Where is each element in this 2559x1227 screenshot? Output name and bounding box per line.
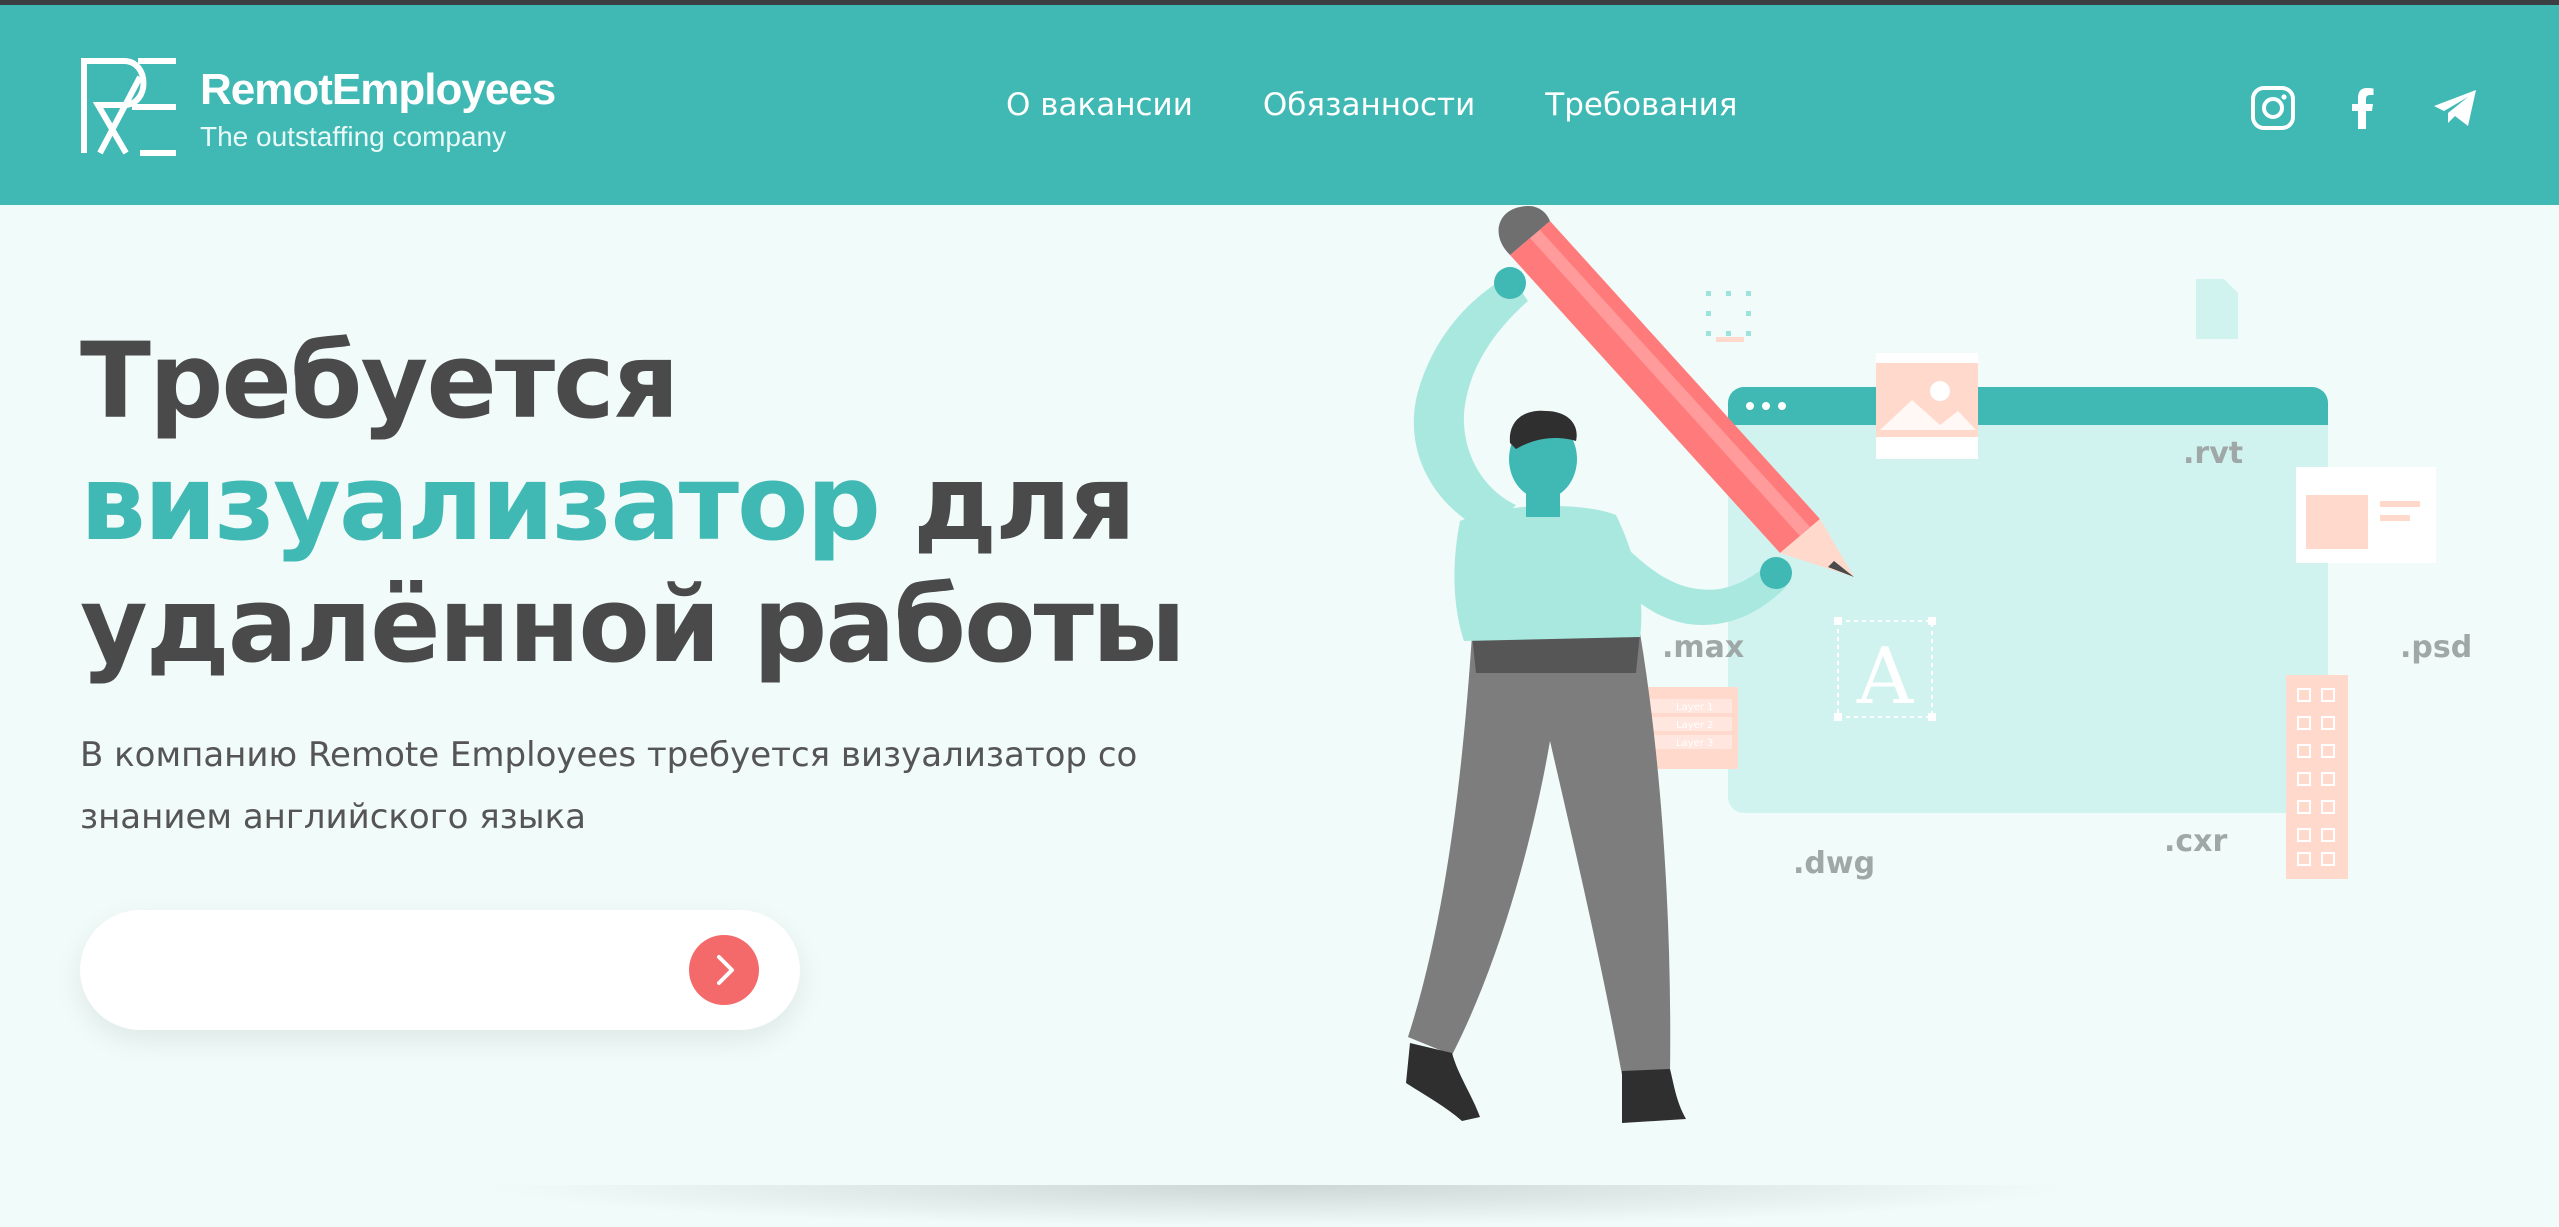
brand-name: RemotEmployees <box>200 65 556 114</box>
layer-1-label: Layer 1 <box>1676 702 1713 713</box>
layer-3-label: Layer 3 <box>1676 738 1713 749</box>
hero-title-rest: для <box>878 442 1136 564</box>
hero-title-line1: Требуется <box>80 320 680 442</box>
telegram-icon[interactable] <box>2430 83 2480 133</box>
nav-link-requirements[interactable]: Требования <box>1545 87 1737 133</box>
email-form <box>80 910 800 1030</box>
nav-link-duties[interactable]: Обязанности <box>1263 87 1475 133</box>
document-icon <box>2196 279 2238 339</box>
main-nav: О вакансии Обязанности Требования <box>1006 87 1737 133</box>
font-letter: A <box>1856 632 1915 722</box>
file-ext-max: .max <box>1662 630 1744 665</box>
instagram-icon[interactable] <box>2248 83 2298 133</box>
image-card-icon <box>1876 353 1978 459</box>
file-ext-rvt: .rvt <box>2183 436 2243 471</box>
layer-2-label: Layer 2 <box>1676 720 1713 731</box>
section-shadow <box>480 1185 2080 1227</box>
hero-illustration: Layer 1 Layer 2 Layer 3 A .rvt .max .psd… <box>1406 205 2472 1123</box>
file-ext-cxr: .cxr <box>2164 824 2228 859</box>
hero-subtitle: В компанию Remote Employees требуется ви… <box>80 735 1138 837</box>
hero-title-accent: визуализатор <box>80 442 881 564</box>
email-input[interactable] <box>124 940 688 1002</box>
logo-mark-icon <box>81 58 176 156</box>
site-header: RemotEmployees The outstaffing company О… <box>0 5 2559 205</box>
facebook-icon[interactable] <box>2338 83 2388 133</box>
chevron-right-icon <box>717 955 734 985</box>
brand-logo[interactable]: RemotEmployees The outstaffing company <box>80 53 556 165</box>
file-ext-dwg: .dwg <box>1793 846 1875 881</box>
tools-panel-icon <box>2286 675 2348 879</box>
image-card-icon <box>2296 467 2436 563</box>
submit-button[interactable] <box>689 935 759 1005</box>
nav-link-about[interactable]: О вакансии <box>1006 87 1193 133</box>
hero-title: Требуется визуализатор для удалённой раб… <box>80 320 1280 686</box>
file-ext-psd: .psd <box>2400 630 2472 665</box>
selection-box-icon <box>1706 291 1751 336</box>
brand-tagline: The outstaffing company <box>200 121 507 152</box>
hero-title-line3: удалённой работы <box>80 564 1186 686</box>
